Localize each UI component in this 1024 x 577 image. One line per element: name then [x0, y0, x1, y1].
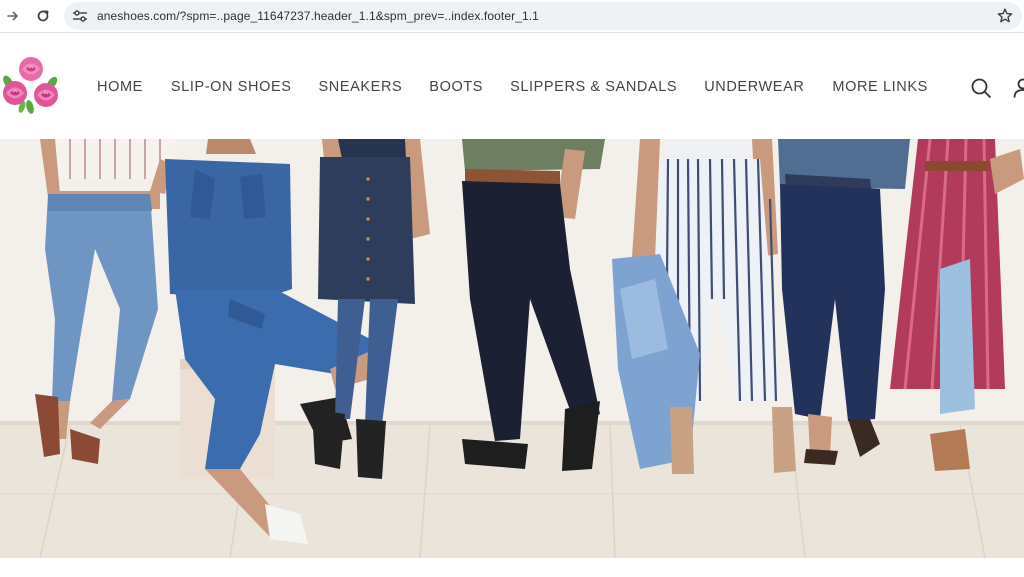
url-text[interactable]: aneshoes.com/?spm=..page_11647237.header…	[97, 9, 539, 23]
nav-slippers-sandals[interactable]: SLIPPERS & SANDALS	[510, 79, 677, 95]
site-header: HOME SLIP-ON SHOES SNEAKERS BOOTS SLIPPE…	[0, 33, 1024, 139]
site-logo[interactable]	[0, 55, 64, 117]
banner-women-in-denim-and-sandals	[0, 139, 1024, 558]
nav-slip-on-shoes[interactable]: SLIP-ON SHOES	[171, 79, 292, 95]
nav-underwear[interactable]: UNDERWEAR	[704, 79, 804, 95]
bookmark-star-icon[interactable]	[996, 7, 1014, 25]
nav-boots[interactable]: BOOTS	[429, 79, 483, 95]
browser-toolbar: aneshoes.com/?spm=..page_11647237.header…	[0, 0, 1024, 32]
nav-more-links[interactable]: MORE LINKS	[832, 79, 927, 95]
search-icon	[971, 78, 991, 98]
nav-home[interactable]: HOME	[97, 79, 143, 95]
arrow-forward-icon	[7, 11, 18, 21]
rose-bouquet-logo	[3, 57, 58, 114]
account-button[interactable]	[1012, 77, 1024, 99]
hero-banner[interactable]	[0, 139, 1024, 558]
account-icon	[1013, 78, 1024, 98]
site-settings-icon[interactable]	[72, 9, 88, 23]
nav-sneakers[interactable]: SNEAKERS	[319, 79, 403, 95]
page-content-below	[0, 558, 1024, 577]
main-navigation: HOME SLIP-ON SHOES SNEAKERS BOOTS SLIPPE…	[97, 79, 928, 95]
reload-button[interactable]	[32, 5, 54, 27]
search-button[interactable]	[970, 77, 992, 99]
reload-icon	[37, 10, 49, 22]
forward-button[interactable]	[2, 5, 24, 27]
address-bar[interactable]: aneshoes.com/?spm=..page_11647237.header…	[64, 2, 1022, 30]
